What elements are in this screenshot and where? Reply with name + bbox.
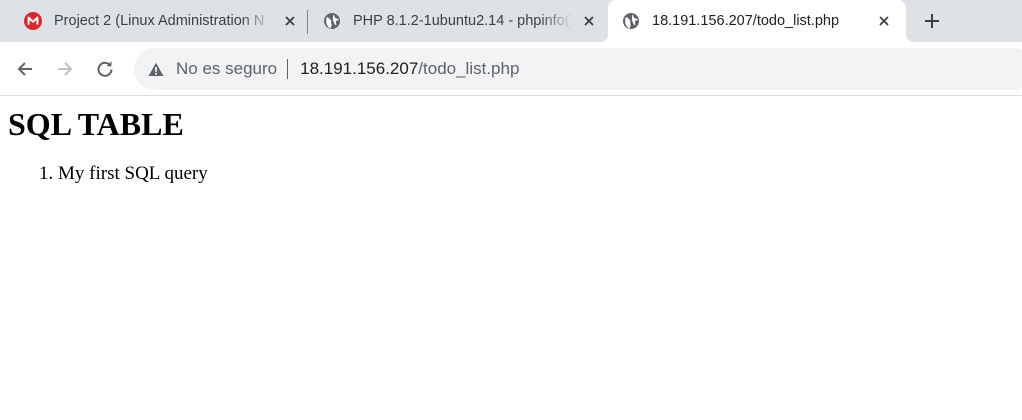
forward-button[interactable]: [49, 53, 81, 85]
page-content: SQL TABLE My first SQL query: [0, 106, 1022, 186]
close-tab-icon[interactable]: [874, 11, 894, 31]
globe-icon: [622, 12, 640, 30]
address-bar[interactable]: No es seguro 18.191.156.207/todo_list.ph…: [134, 48, 1022, 90]
back-button[interactable]: [9, 53, 41, 85]
warning-triangle-icon[interactable]: [147, 60, 165, 78]
tab-project-2[interactable]: Project 2 (Linux Administration N: [24, 0, 300, 42]
close-tab-icon[interactable]: [579, 11, 599, 31]
url-path: /todo_list.php: [418, 59, 520, 78]
new-tab-button[interactable]: [918, 7, 946, 35]
plus-icon: [924, 13, 940, 29]
tab-title: PHP 8.1.2-1ubuntu2.14 - phpinfo(): [353, 13, 573, 29]
list-item: My first SQL query: [58, 162, 1014, 186]
security-status-label[interactable]: No es seguro: [176, 59, 277, 79]
browser-toolbar: No es seguro 18.191.156.207/todo_list.ph…: [0, 42, 1022, 96]
globe-icon: [323, 12, 341, 30]
tab-title: 18.191.156.207/todo_list.php: [652, 13, 840, 29]
omnibox-divider: [287, 59, 289, 79]
reload-icon: [96, 60, 114, 78]
tab-todo-list[interactable]: 18.191.156.207/todo_list.php: [600, 0, 914, 42]
tab-title: Project 2 (Linux Administration N: [54, 13, 265, 29]
arrow-right-icon: [56, 60, 74, 78]
mega-icon: [24, 12, 42, 30]
page-heading: SQL TABLE: [8, 106, 184, 142]
arrow-left-icon: [16, 60, 34, 78]
reload-button[interactable]: [89, 53, 121, 85]
tab-separator: [307, 10, 308, 34]
todo-list: My first SQL query: [8, 162, 1014, 186]
tab-strip: Project 2 (Linux Administration N PHP 8.…: [0, 0, 1022, 42]
close-tab-icon[interactable]: [280, 11, 300, 31]
url-host: 18.191.156.207: [300, 59, 419, 78]
tab-phpinfo[interactable]: PHP 8.1.2-1ubuntu2.14 - phpinfo(): [323, 0, 599, 42]
